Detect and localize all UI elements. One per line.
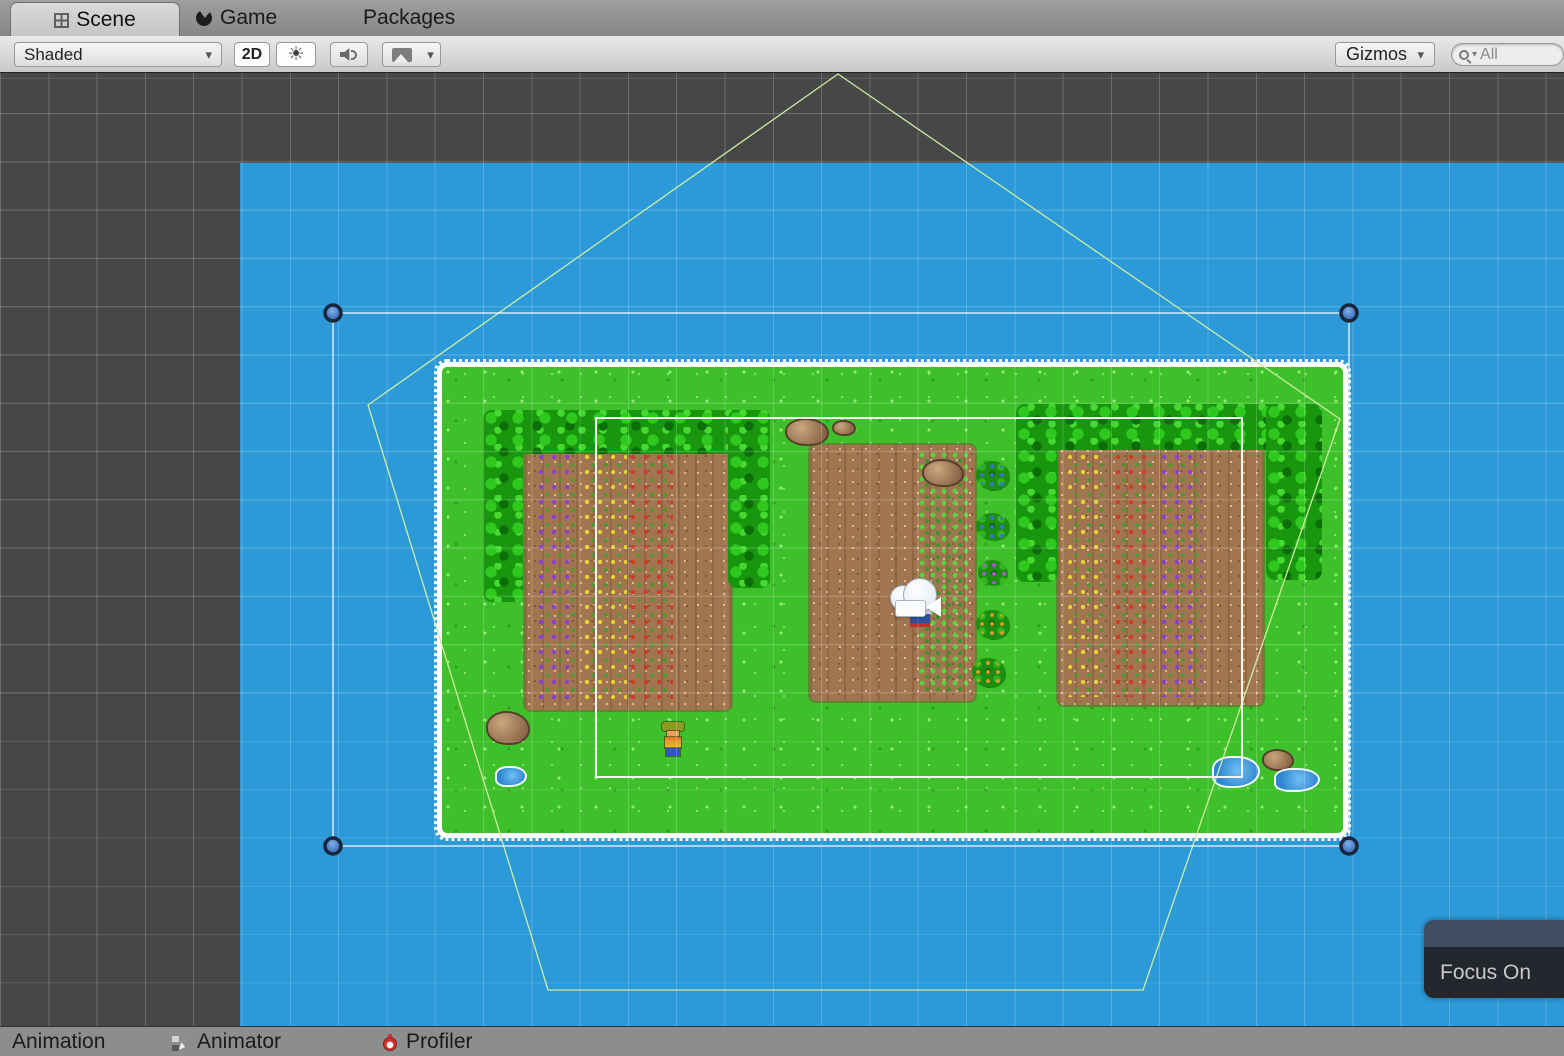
yellow-crop-rows [1066,453,1106,697]
search-value: All [1480,46,1498,64]
2d-toggle[interactable]: 2D [234,42,270,67]
island-tilemap [437,362,1348,838]
unity-editor-window: Scene Game Packages Shaded ▾ 2D ☀ ▾ [0,0,1564,1056]
sun-icon: ☀ [287,43,304,66]
rock [486,711,530,745]
hedge-column [1266,404,1322,580]
berry-bush [976,513,1010,541]
tab-scene-label: Scene [76,8,136,32]
scene-toolbar: Shaded ▾ 2D ☀ ▾ Gizmos ▾ ▾ All [0,36,1564,73]
tab-profiler[interactable]: Profiler [382,1027,473,1056]
tab-animation[interactable]: Animation [12,1027,105,1056]
seedling-crop-rows [918,451,968,693]
farmer-hat [662,722,684,731]
effects-dropdown[interactable]: ▾ [421,42,441,67]
bottom-tab-bar: Animation Animator Profiler [0,1026,1564,1056]
view-tab-bar: Scene Game Packages [0,0,1564,36]
2d-toggle-label: 2D [242,46,262,64]
image-icon [392,48,412,62]
animator-icon [172,1034,189,1051]
red-crop-rows [1114,453,1156,697]
tab-animator[interactable]: Animator [172,1027,281,1056]
tab-packages[interactable]: Packages [363,0,455,36]
camera-lens [926,597,941,617]
tab-scene[interactable]: Scene [10,2,180,37]
tab-game-label: Game [220,6,277,30]
hedge-column [483,410,523,602]
effects-toggle[interactable] [382,42,422,67]
gizmos-dropdown[interactable]: Gizmos ▾ [1335,42,1435,67]
berry-bush [972,658,1006,688]
scene-search-input[interactable]: ▾ All [1451,43,1564,66]
right-crop-field [1058,447,1263,705]
shading-mode-dropdown[interactable]: Shaded ▾ [14,42,222,67]
shading-mode-label: Shaded [24,45,83,65]
tab-animation-label: Animation [12,1030,105,1054]
npc-belt [910,623,930,627]
hedge-column [728,410,770,588]
game-icon [196,10,212,26]
red-crop-rows [629,453,673,702]
audio-toggle[interactable] [330,42,368,67]
camera-body [895,600,926,617]
profiler-icon [382,1033,398,1051]
pond [1212,756,1260,788]
rock [832,420,856,436]
chevron-down-icon: ▾ [1472,50,1477,60]
focus-on-overlay[interactable]: Focus On [1424,920,1564,998]
berry-bush [976,461,1010,491]
tab-profiler-label: Profiler [406,1030,473,1054]
chevron-down-icon: ▾ [1417,48,1424,61]
camera-gizmo-icon[interactable] [890,578,944,620]
gizmos-label: Gizmos [1346,44,1407,65]
focus-on-label: Focus On [1440,961,1531,985]
farmer-legs [666,748,680,756]
grid-icon [54,13,69,28]
tab-animator-label: Animator [197,1030,281,1054]
yellow-crop-rows [583,453,627,702]
chevron-down-icon: ▾ [205,48,212,61]
pond [495,766,527,787]
lighting-toggle[interactable]: ☀ [276,42,316,67]
pond [1274,768,1320,792]
magnifier-icon [1459,50,1469,60]
farmer-body [665,737,681,748]
scene-viewport[interactable]: Focus On [0,73,1564,1026]
tab-game[interactable]: Game [196,0,277,36]
purple-crop-rows [1160,453,1202,697]
purple-crop-rows [537,453,577,702]
middle-crop-field [810,445,975,701]
chevron-down-icon: ▾ [427,48,434,61]
left-crop-field [525,447,731,710]
berry-bush [976,610,1010,640]
hedge-row [483,410,764,454]
berry-bush [978,560,1008,586]
hedge-column [1016,404,1058,582]
tab-packages-label: Packages [363,6,455,30]
farmer-sprite[interactable] [660,722,686,756]
rock [922,459,964,487]
speaker-icon [340,47,358,63]
rock [785,418,829,446]
